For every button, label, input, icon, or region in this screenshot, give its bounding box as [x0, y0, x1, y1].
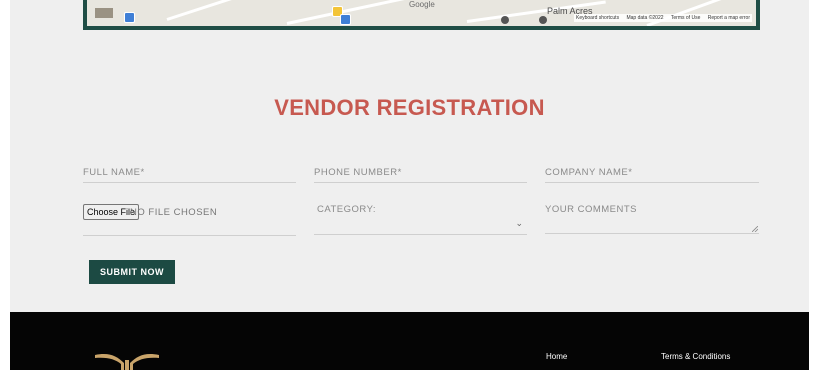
map-attribution: Keyboard shortcuts Map data ©2022 Terms … — [573, 14, 752, 22]
category-select[interactable]: CATEGORY: ⌄ — [314, 204, 527, 235]
page-title: VENDOR REGISTRATION — [274, 95, 545, 120]
company-placeholder: COMPANY NAME* — [545, 167, 633, 178]
map-embed[interactable]: Google Palm Acres Keyboard shortcuts Map… — [83, 0, 760, 30]
map-road — [646, 0, 742, 26]
phone-placeholder: PHONE NUMBER* — [314, 167, 402, 178]
map-terms-link[interactable]: Terms of Use — [671, 15, 700, 21]
submit-button[interactable]: SUBMIT NOW — [89, 260, 175, 284]
map-transit-icon — [340, 14, 351, 25]
phone-field[interactable]: PHONE NUMBER* — [314, 167, 527, 183]
map-place-icon — [501, 16, 509, 24]
map-google-label: Google — [409, 0, 435, 9]
map-keyboard-shortcuts-link[interactable]: Keyboard shortcuts — [576, 15, 619, 21]
map-canvas[interactable]: Google Palm Acres Keyboard shortcuts Map… — [87, 0, 756, 26]
map-thumbnail — [95, 8, 113, 18]
footer: Home Terms & Conditions — [10, 312, 809, 370]
footer-link-home[interactable]: Home — [546, 352, 567, 361]
resize-handle-icon[interactable] — [752, 226, 758, 232]
footer-link-terms[interactable]: Terms & Conditions — [661, 352, 730, 361]
map-data-label: Map data ©2022 — [626, 15, 664, 21]
file-status-text: NO FILE CHOSEN — [130, 207, 218, 218]
category-placeholder: CATEGORY: — [317, 204, 377, 215]
company-name-field[interactable]: COMPANY NAME* — [545, 167, 759, 183]
map-transit-icon — [124, 12, 135, 23]
map-road — [166, 0, 254, 21]
full-name-field[interactable]: FULL NAME* — [83, 167, 296, 183]
brand-logo-icon[interactable] — [95, 352, 159, 370]
comments-textarea[interactable]: YOUR COMMENTS — [545, 204, 759, 234]
comments-placeholder: YOUR COMMENTS — [545, 204, 637, 215]
full-name-placeholder: FULL NAME* — [83, 167, 145, 178]
file-upload-field: Choose File NO FILE CHOSEN — [83, 204, 296, 236]
page: Google Palm Acres Keyboard shortcuts Map… — [10, 0, 809, 370]
map-place-icon — [539, 16, 547, 24]
map-report-error-link[interactable]: Report a map error — [708, 15, 750, 21]
chevron-down-icon: ⌄ — [515, 218, 523, 228]
